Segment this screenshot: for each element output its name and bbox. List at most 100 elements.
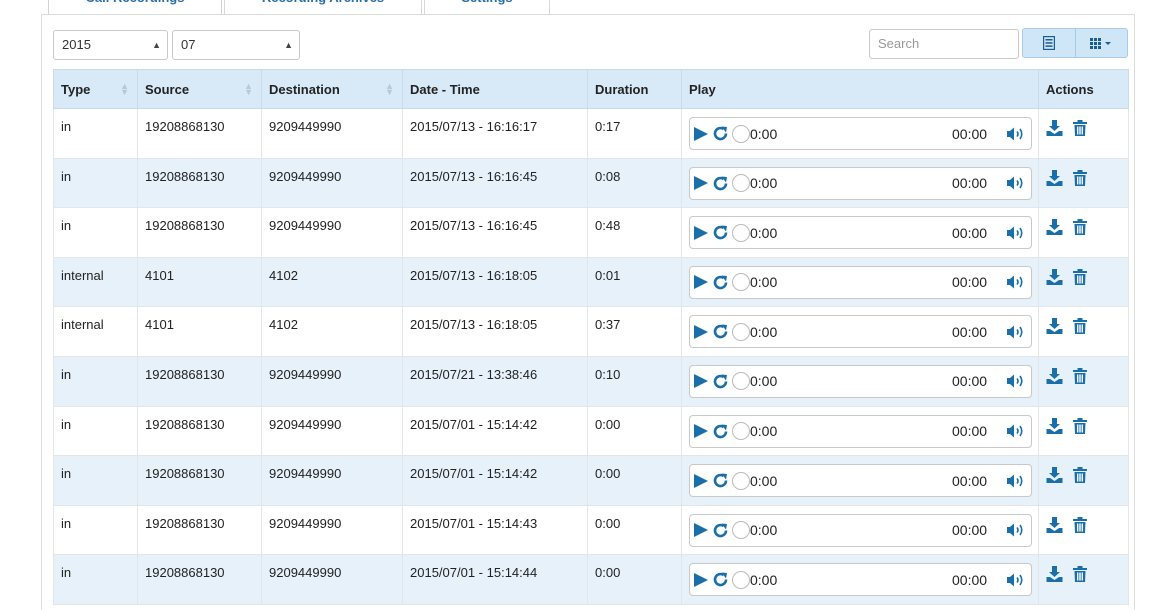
refresh-icon[interactable] bbox=[712, 564, 729, 595]
col-destination[interactable]: Destination ▲ ▼ bbox=[261, 69, 403, 109]
download-icon[interactable] bbox=[1046, 467, 1063, 486]
download-icon[interactable] bbox=[1046, 417, 1063, 437]
refresh-icon[interactable] bbox=[712, 267, 729, 298]
seek-slider-knob[interactable] bbox=[732, 515, 750, 546]
trash-icon[interactable] bbox=[1073, 120, 1087, 139]
trash-icon[interactable] bbox=[1073, 367, 1087, 387]
volume-icon[interactable] bbox=[1006, 217, 1026, 248]
trash-icon[interactable] bbox=[1073, 219, 1087, 238]
refresh-icon[interactable] bbox=[712, 416, 729, 447]
cell-duration: 0:48 bbox=[587, 207, 682, 258]
trash-icon[interactable] bbox=[1073, 169, 1087, 189]
volume-icon[interactable] bbox=[1006, 267, 1026, 298]
volume-icon[interactable] bbox=[1006, 366, 1026, 397]
table-row: in 19208868130 9209449990 2015/07/01 - 1… bbox=[53, 504, 1129, 556]
refresh-icon[interactable] bbox=[712, 118, 729, 149]
cell-duration: 0:01 bbox=[587, 256, 682, 308]
year-select[interactable]: 2015 ▲ bbox=[53, 30, 168, 60]
seek-slider-knob[interactable] bbox=[732, 465, 750, 496]
cell-type: in bbox=[53, 355, 138, 407]
month-select[interactable]: 07 ▲ bbox=[172, 30, 300, 60]
play-icon[interactable] bbox=[693, 515, 709, 546]
table-row: in 19208868130 9209449990 2015/07/01 - 1… bbox=[53, 455, 1129, 506]
download-icon[interactable] bbox=[1046, 516, 1063, 536]
volume-icon[interactable] bbox=[1006, 416, 1026, 447]
trash-icon[interactable] bbox=[1073, 467, 1087, 486]
trash-icon[interactable] bbox=[1073, 417, 1087, 437]
volume-icon[interactable] bbox=[1006, 465, 1026, 496]
cell-date-time: 2015/07/13 - 16:16:45 bbox=[402, 207, 588, 258]
download-icon[interactable] bbox=[1046, 120, 1063, 139]
seek-slider-knob[interactable] bbox=[732, 168, 750, 199]
seek-slider-knob[interactable] bbox=[732, 366, 750, 397]
refresh-icon[interactable] bbox=[712, 465, 729, 496]
play-icon[interactable] bbox=[693, 118, 709, 149]
col-play: Play bbox=[681, 69, 1039, 109]
download-icon[interactable] bbox=[1046, 219, 1063, 238]
trash-icon[interactable] bbox=[1073, 318, 1087, 337]
tab-recording-archives[interactable]: Recording Archives bbox=[224, 0, 422, 14]
refresh-icon[interactable] bbox=[712, 366, 729, 397]
download-icon[interactable] bbox=[1046, 318, 1063, 337]
play-icon[interactable] bbox=[693, 465, 709, 496]
cell-date-time: 2015/07/21 - 13:38:46 bbox=[402, 355, 588, 407]
play-icon[interactable] bbox=[693, 267, 709, 298]
seek-slider-knob[interactable] bbox=[732, 217, 750, 248]
play-icon[interactable] bbox=[693, 416, 709, 447]
current-time: 0:00 bbox=[750, 125, 778, 142]
cell-date-time: 2015/07/01 - 15:14:42 bbox=[402, 405, 588, 457]
volume-icon[interactable] bbox=[1006, 168, 1026, 199]
refresh-icon[interactable] bbox=[712, 217, 729, 248]
play-icon[interactable] bbox=[693, 217, 709, 248]
search-input[interactable]: Search bbox=[869, 29, 1019, 59]
cell-destination: 9209449990 bbox=[261, 455, 403, 506]
volume-icon[interactable] bbox=[1006, 564, 1026, 595]
total-time: 00:00 bbox=[952, 125, 988, 142]
cell-date-time: 2015/07/01 - 15:14:44 bbox=[402, 554, 588, 605]
col-source[interactable]: Source ▲ ▼ bbox=[137, 69, 262, 109]
cell-destination: 9209449990 bbox=[261, 554, 403, 605]
download-icon[interactable] bbox=[1046, 566, 1063, 585]
seek-slider-knob[interactable] bbox=[732, 316, 750, 347]
play-icon[interactable] bbox=[693, 316, 709, 347]
col-type[interactable]: Type ▲ ▼ bbox=[53, 69, 138, 109]
volume-icon[interactable] bbox=[1006, 515, 1026, 546]
play-icon[interactable] bbox=[693, 168, 709, 199]
tab-call-recordings[interactable]: Call Recordings bbox=[48, 0, 222, 14]
cell-destination: 9209449990 bbox=[261, 157, 403, 209]
download-icon[interactable] bbox=[1046, 169, 1063, 189]
sort-icon: ▲ ▼ bbox=[120, 81, 129, 97]
tab-settings[interactable]: Settings bbox=[424, 0, 550, 14]
trash-icon[interactable] bbox=[1073, 516, 1087, 536]
col-duration[interactable]: Duration bbox=[587, 69, 682, 109]
play-icon[interactable] bbox=[693, 564, 709, 595]
col-actions: Actions bbox=[1038, 69, 1129, 109]
cell-play: 0:00 00:00 bbox=[681, 455, 1039, 506]
grid-view-dropdown-button[interactable] bbox=[1074, 29, 1128, 57]
seek-slider-knob[interactable] bbox=[732, 267, 750, 298]
refresh-icon[interactable] bbox=[712, 168, 729, 199]
col-date-time[interactable]: Date - Time bbox=[402, 69, 588, 109]
cell-actions bbox=[1038, 405, 1129, 457]
seek-slider-knob[interactable] bbox=[732, 416, 750, 447]
seek-slider-knob[interactable] bbox=[732, 118, 750, 149]
cell-duration: 0:00 bbox=[587, 405, 682, 457]
play-icon[interactable] bbox=[693, 366, 709, 397]
trash-icon[interactable] bbox=[1073, 268, 1087, 288]
volume-icon[interactable] bbox=[1006, 316, 1026, 347]
current-time: 0:00 bbox=[750, 323, 778, 340]
cell-destination: 9209449990 bbox=[261, 405, 403, 457]
download-icon[interactable] bbox=[1046, 367, 1063, 387]
trash-icon[interactable] bbox=[1073, 566, 1087, 585]
total-time: 00:00 bbox=[952, 423, 988, 440]
cell-type: in bbox=[53, 405, 138, 457]
refresh-icon[interactable] bbox=[712, 515, 729, 546]
table-header-row: Type ▲ ▼ Source ▲ ▼ Destination ▲ ▼ Date - Tim… bbox=[53, 69, 1129, 109]
refresh-icon[interactable] bbox=[712, 316, 729, 347]
cell-play: 0:00 00:00 bbox=[681, 306, 1039, 357]
list-view-button[interactable] bbox=[1023, 29, 1075, 57]
view-toggle-group bbox=[1022, 28, 1128, 58]
seek-slider-knob[interactable] bbox=[732, 564, 750, 595]
download-icon[interactable] bbox=[1046, 268, 1063, 288]
volume-icon[interactable] bbox=[1006, 118, 1026, 149]
